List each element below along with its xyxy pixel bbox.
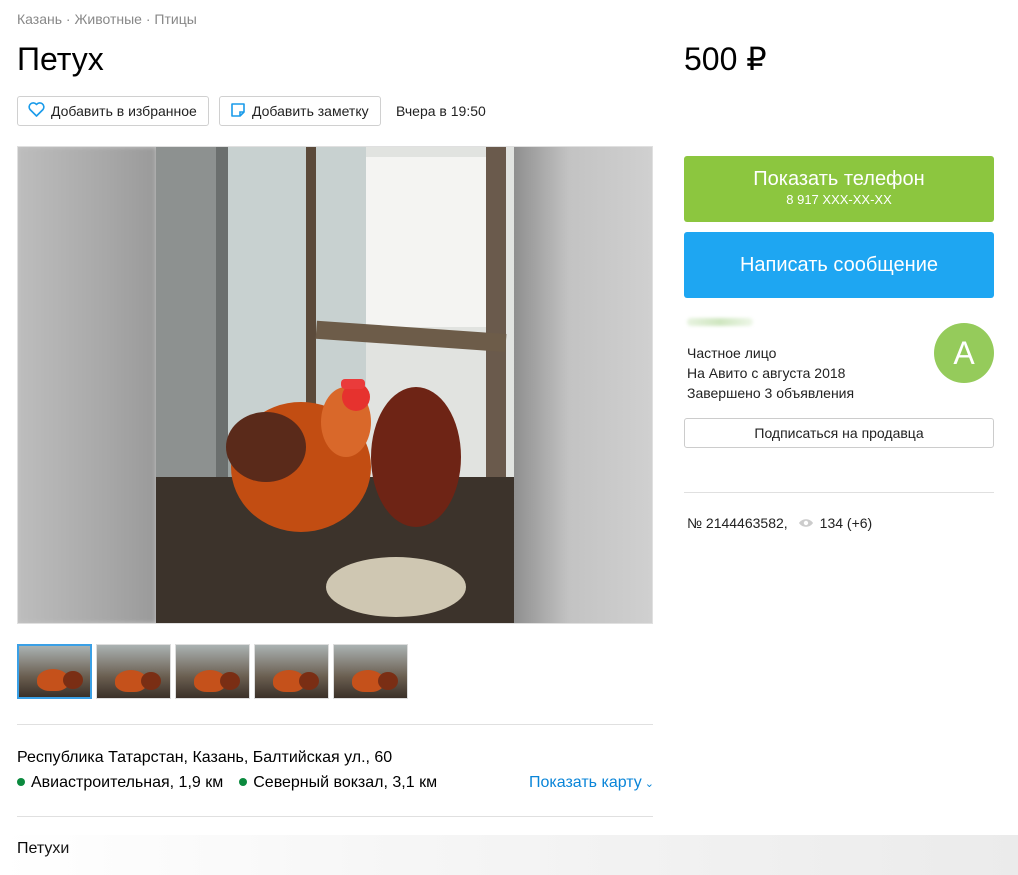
thumbnail-strip <box>17 644 408 699</box>
phone-masked: 8 917 XXX-XX-XX <box>786 192 892 207</box>
add-to-favorites-button[interactable]: Добавить в избранное <box>17 96 209 126</box>
divider <box>17 724 653 725</box>
views-count: 134 (+6) <box>819 515 873 531</box>
breadcrumb: Казань · Животные · Птицы <box>17 11 197 27</box>
page-title: Петух <box>17 41 104 77</box>
main-photo-rooster[interactable] <box>156 147 514 623</box>
thumbnail-3[interactable] <box>175 644 250 699</box>
address: Республика Татарстан, Казань, Балтийская… <box>17 749 393 766</box>
show-map-label: Показать карту <box>529 774 642 791</box>
main-photo-gallery[interactable] <box>17 146 653 624</box>
ad-info: № 2144463582, 134 (+6) <box>687 515 872 531</box>
divider <box>17 816 653 817</box>
thumbnail-4[interactable] <box>254 644 329 699</box>
seller-completed: Завершено 3 объявления <box>687 385 855 401</box>
posted-time: Вчера в 19:50 <box>396 103 486 119</box>
divider <box>684 492 994 493</box>
metro-station: Северный вокзал, 3,1 км <box>239 774 437 792</box>
thumbnail-2[interactable] <box>96 644 171 699</box>
subscribe-seller-button[interactable]: Подписаться на продавца <box>684 418 994 448</box>
seller-since: На Авито с августа 2018 <box>687 365 846 381</box>
metro-dot-icon <box>17 777 25 786</box>
breadcrumb-item-category[interactable]: Животные <box>74 11 142 27</box>
seller-type: Частное лицо <box>687 345 777 361</box>
show-phone-button[interactable]: Показать телефон 8 917 XXX-XX-XX <box>684 156 994 222</box>
add-note-button[interactable]: Добавить заметку <box>219 96 381 126</box>
metro-dot-icon <box>239 777 248 786</box>
seller-name-blurred <box>687 318 753 326</box>
breadcrumb-separator: · <box>65 11 71 27</box>
ad-number: № 2144463582, <box>687 515 788 531</box>
gallery-blur-left <box>18 147 156 623</box>
thumbnail-1[interactable] <box>17 644 92 699</box>
show-map-link[interactable]: Показать карту ⌄ <box>529 774 654 792</box>
breadcrumb-item-subcategory[interactable]: Птицы <box>154 11 196 27</box>
add-note-label: Добавить заметку <box>252 103 369 119</box>
write-message-button[interactable]: Написать сообщение <box>684 232 994 298</box>
heart-icon <box>28 102 45 120</box>
metro-station-label: Авиастроительная, 1,9 км <box>31 774 224 791</box>
gallery-blur-right <box>514 147 652 623</box>
show-phone-label: Показать телефон <box>753 168 925 190</box>
price: 500 ₽ <box>684 41 767 77</box>
metro-station-label: Северный вокзал, 3,1 км <box>253 774 438 791</box>
thumbnail-5[interactable] <box>333 644 408 699</box>
description: Петухи <box>17 840 70 857</box>
note-icon <box>230 102 246 121</box>
bottom-fade <box>0 835 1018 875</box>
avatar[interactable]: А <box>934 323 994 383</box>
breadcrumb-separator: · <box>145 11 151 27</box>
metro-stations: Авиастроительная, 1,9 км Северный вокзал… <box>17 774 437 792</box>
breadcrumb-item-city[interactable]: Казань <box>17 11 62 27</box>
metro-station: Авиастроительная, 1,9 км <box>17 774 223 792</box>
eye-icon <box>794 515 814 531</box>
add-to-favorites-label: Добавить в избранное <box>51 103 197 119</box>
chevron-down-icon: ⌄ <box>644 778 654 790</box>
